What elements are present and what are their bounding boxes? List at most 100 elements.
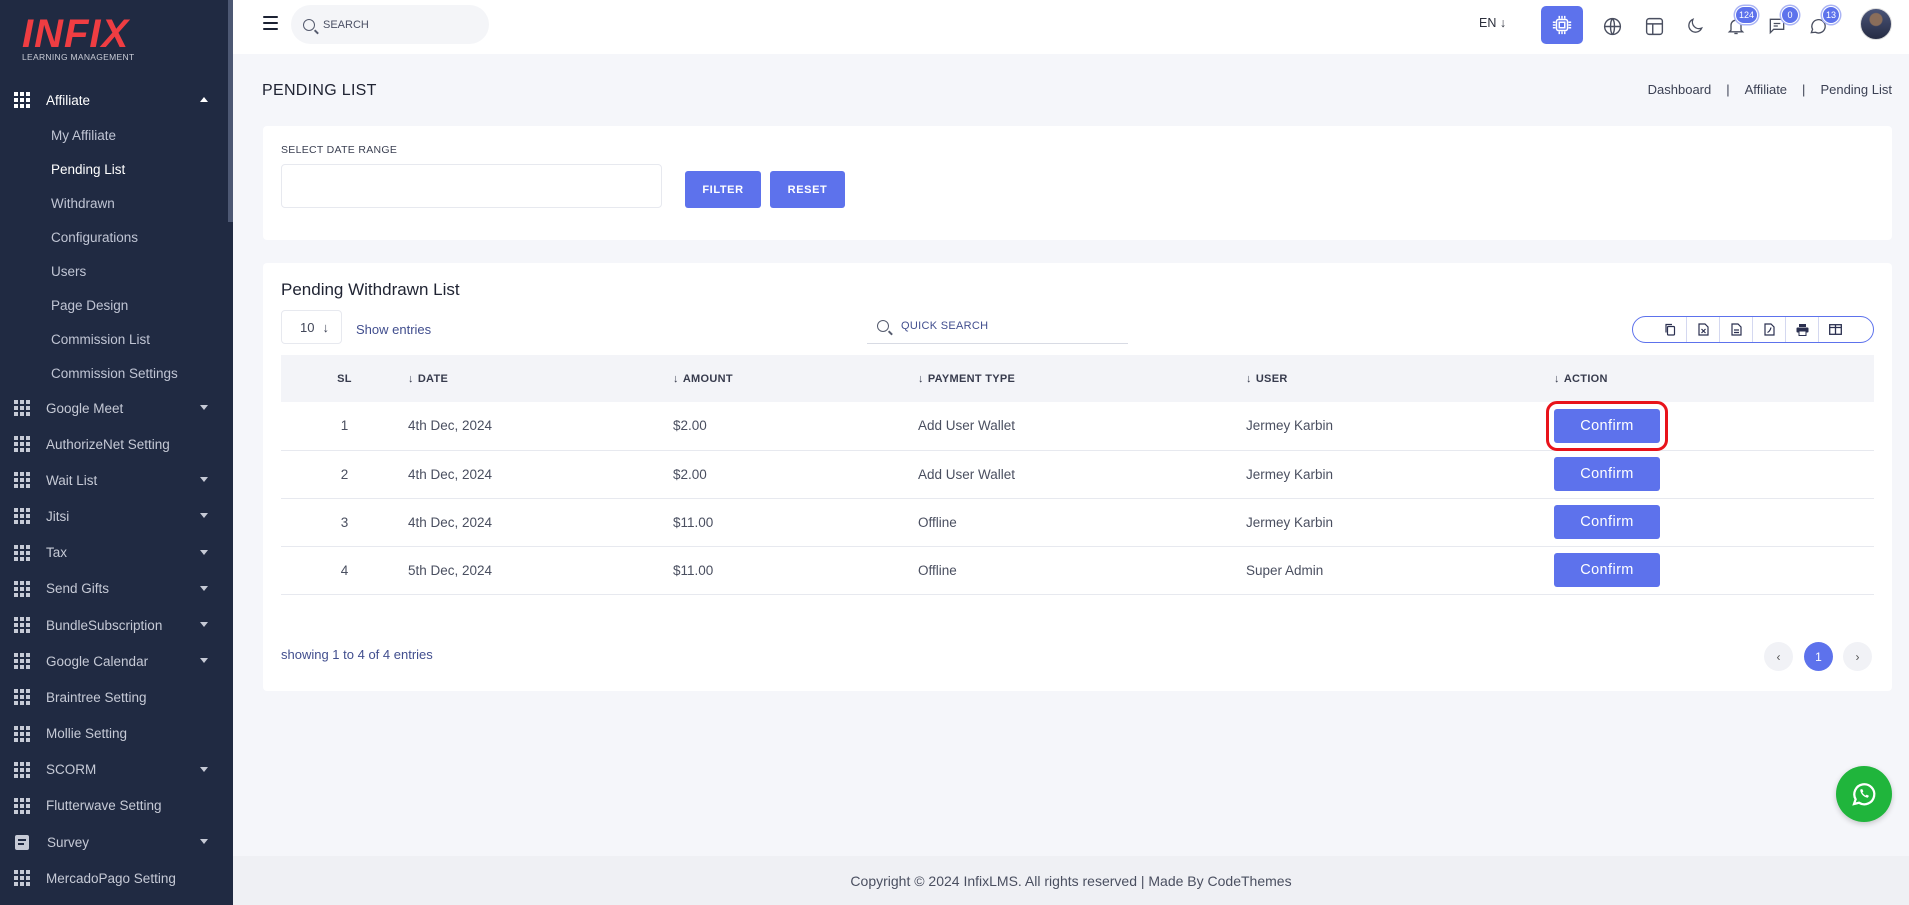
breadcrumb-dashboard[interactable]: Dashboard [1648, 82, 1712, 97]
sidebar-item-google-calendar[interactable]: Google Calendar [0, 643, 228, 679]
sidebar-item-jitsi[interactable]: Jitsi [0, 498, 228, 534]
sort-arrow-icon: ↓ [1554, 372, 1560, 385]
sidebar-item-label: Mollie Setting [46, 726, 128, 742]
column-label: SL [337, 372, 352, 385]
reset-button[interactable]: RESET [770, 171, 845, 208]
confirm-button[interactable]: Confirm [1554, 457, 1660, 491]
sidebar-item-send-gifts[interactable]: Send Gifts [0, 571, 228, 607]
column-label: DATE [417, 372, 449, 385]
pdf-file-icon [1763, 323, 1775, 336]
language-selector[interactable]: EN ↓ [1479, 16, 1506, 30]
survey-icon [15, 834, 29, 850]
csv-file-icon [1730, 323, 1742, 336]
column-label: USER [1255, 372, 1288, 385]
sidebar-subitem-commission-list[interactable]: Commission List [0, 322, 228, 356]
sidebar-subitem-withdrawn[interactable]: Withdrawn [0, 186, 228, 220]
sidebar-item-survey[interactable]: Survey [0, 824, 228, 860]
breadcrumb-affiliate[interactable]: Affiliate [1745, 82, 1787, 97]
page-title: PENDING LIST [262, 82, 377, 99]
grid-icon [14, 653, 30, 670]
hamburger-menu-icon[interactable] [263, 16, 278, 30]
global-search[interactable] [291, 5, 489, 44]
sidebar: INFIX LEARNING MANAGEMENT Affiliate My A… [0, 0, 233, 905]
current-page-button[interactable]: 1 [1804, 642, 1833, 671]
sidebar-item-mercadopago-setting[interactable]: MercadoPago Setting [0, 860, 228, 896]
sidebar-item-skill-and-pathway[interactable]: Skill And Pathway [0, 896, 228, 905]
cell-action: Confirm [1546, 400, 1874, 451]
sidebar-item-braintree-setting[interactable]: Braintree Setting [0, 679, 228, 715]
cell-payment-type: Add User Wallet [918, 418, 1016, 434]
grid-icon [14, 508, 30, 525]
whatsapp-float-button[interactable] [1836, 766, 1892, 822]
confirm-button[interactable]: Confirm [1554, 553, 1660, 587]
notification-bell-icon[interactable]: 124 [1723, 6, 1758, 39]
cpu-chip-button[interactable] [1541, 6, 1583, 44]
sidebar-item-google-meet[interactable]: Google Meet [0, 390, 228, 426]
caret-down-icon [200, 585, 208, 591]
footer: Copyright © 2024 InfixLMS. All rights re… [233, 856, 1909, 905]
confirm-button[interactable]: Confirm [1554, 505, 1660, 539]
sort-arrow-icon: ↓ [918, 372, 924, 385]
entries-value: 10 [300, 319, 315, 335]
column-header-action[interactable]: ↓ ACTION [1554, 355, 1874, 402]
sidebar-subitem-pending-list[interactable]: Pending List [0, 152, 228, 186]
column-header-date[interactable]: ↓ DATE [408, 355, 673, 402]
export-excel-button[interactable] [1687, 317, 1720, 342]
column-header-user[interactable]: ↓ USER [1246, 355, 1554, 402]
copy-button[interactable] [1654, 317, 1687, 342]
next-page-button[interactable]: › [1843, 642, 1872, 671]
sidebar-item-mollie-setting[interactable]: Mollie Setting [0, 716, 228, 752]
column-visibility-button[interactable] [1819, 317, 1852, 342]
sidebar-subitem-my-affiliate[interactable]: My Affiliate [0, 118, 228, 152]
caret-up-icon [200, 97, 208, 102]
filter-card: SELECT DATE RANGE FILTER RESET [263, 126, 1892, 240]
user-avatar[interactable] [1860, 8, 1892, 40]
column-header-sl[interactable]: SL [281, 355, 408, 402]
sidebar-subitem-configurations[interactable]: Configurations [0, 220, 228, 254]
sidebar-item-bundlesubscription[interactable]: BundleSubscription [0, 607, 228, 643]
sidebar-item-tax[interactable]: Tax [0, 535, 228, 571]
entries-per-page-select[interactable]: 10 ↓ [281, 310, 342, 344]
sidebar-item-label: Affiliate [46, 92, 91, 108]
logo[interactable]: INFIX LEARNING MANAGEMENT [22, 14, 134, 62]
cell-sl: 1 [340, 418, 349, 434]
previous-page-button[interactable]: ‹ [1764, 642, 1793, 671]
grid-icon [14, 761, 30, 778]
table-row: 1 4th Dec, 2024 $2.00 Add User Wallet Jermey… [281, 400, 1874, 451]
sidebar-subitem-page-design[interactable]: Page Design [0, 288, 228, 322]
excel-file-icon [1697, 323, 1709, 336]
sidebar-item-label: Flutterwave Setting [46, 798, 162, 814]
sidebar-item-authorizenet-setting[interactable]: AuthorizeNet Setting [0, 426, 228, 462]
sidebar-item-affiliate[interactable]: Affiliate [0, 82, 228, 118]
export-pdf-button[interactable] [1753, 317, 1786, 342]
search-icon [303, 18, 315, 31]
grid-icon [14, 797, 30, 814]
moon-icon[interactable] [1682, 13, 1708, 39]
caret-down-icon [200, 766, 208, 772]
table-row: 3 4th Dec, 2024 $11.00 Offline Jermey Karbin… [281, 498, 1874, 546]
print-button[interactable] [1786, 317, 1819, 342]
confirm-button[interactable]: Confirm [1546, 400, 1668, 451]
grid-icon [14, 436, 30, 453]
sidebar-item-flutterwave-setting[interactable]: Flutterwave Setting [0, 788, 228, 824]
sidebar-subitem-commission-settings[interactable]: Commission Settings [0, 356, 228, 390]
globe-icon[interactable] [1599, 13, 1625, 39]
export-csv-button[interactable] [1720, 317, 1753, 342]
filter-button[interactable]: FILTER [685, 171, 761, 208]
sidebar-subitem-users[interactable]: Users [0, 254, 228, 288]
search-input[interactable] [323, 18, 473, 31]
whatsapp-chat-icon[interactable]: 13 [1805, 6, 1840, 39]
message-icon[interactable]: 0 [1764, 6, 1799, 39]
date-range-input[interactable] [281, 164, 662, 208]
grid-icon [14, 580, 30, 597]
grid-icon [14, 617, 30, 634]
layout-icon[interactable] [1641, 13, 1667, 39]
sidebar-item-wait-list[interactable]: Wait List [0, 462, 228, 498]
column-header-amount[interactable]: ↓ AMOUNT [673, 355, 918, 402]
pending-list-card: Pending Withdrawn List 10 ↓ Show entries… [263, 263, 1892, 691]
sidebar-item-scorm[interactable]: SCORM [0, 752, 228, 788]
breadcrumb: Dashboard | Affiliate | Pending List [1648, 82, 1892, 97]
cell-payment-type: Offline [918, 562, 957, 578]
quick-search-field[interactable]: QUICK SEARCH [867, 309, 1128, 344]
column-header-payment-type[interactable]: ↓ PAYMENT TYPE [918, 355, 1246, 402]
